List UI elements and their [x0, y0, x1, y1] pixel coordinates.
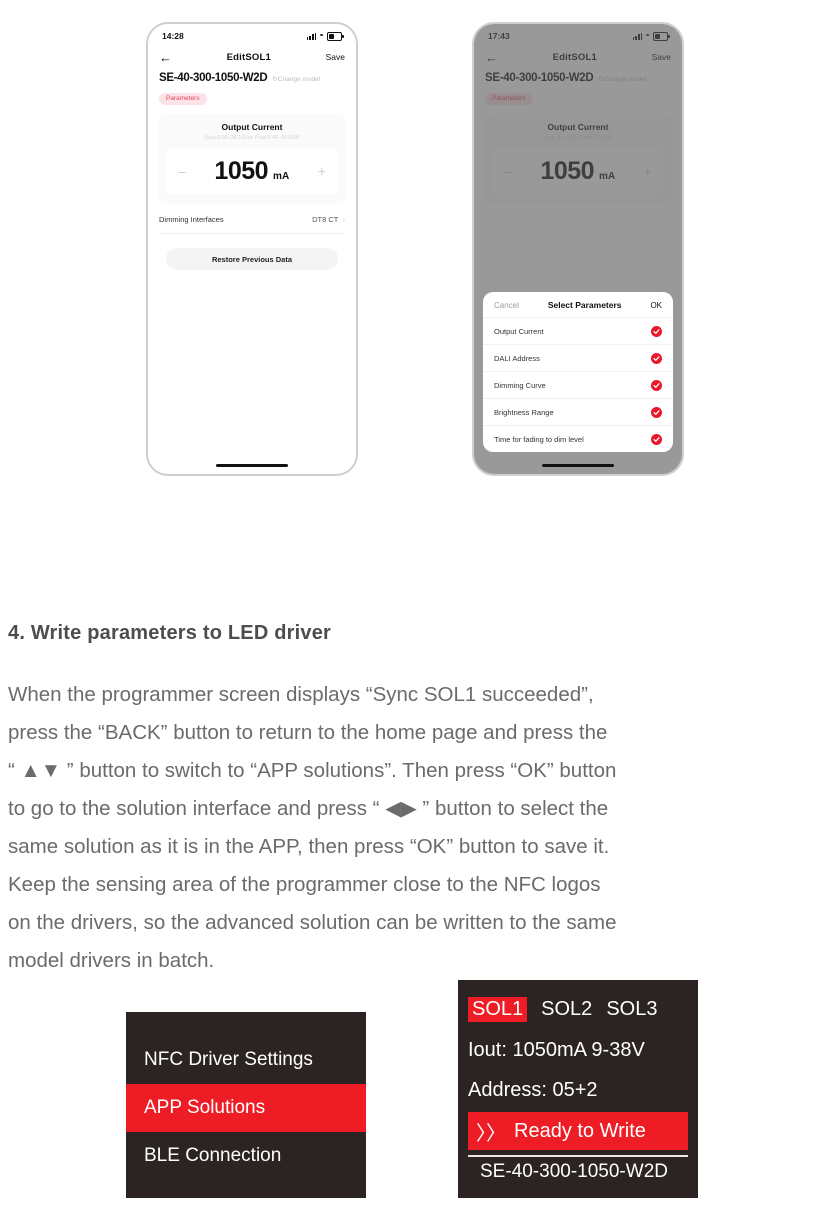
increment-button[interactable]: + [318, 164, 326, 178]
solution-tabs: SOL1 SOL2 SOL3 [458, 988, 698, 1030]
menu-item-nfc-driver-settings[interactable]: NFC Driver Settings [126, 1036, 366, 1084]
signal-bars-icon [306, 32, 317, 40]
check-icon[interactable] [651, 433, 662, 445]
check-icon[interactable] [651, 379, 662, 391]
list-item[interactable]: Time for fading to dim level [483, 425, 673, 452]
home-indicator [216, 463, 288, 467]
dimming-interfaces-label: Dimming Interfaces [159, 215, 224, 224]
current-value-wrap: 1050 mA [214, 157, 289, 186]
paragraph-line: model drivers in batch. [8, 949, 215, 972]
phone-mockup-2: 17:43 ◓ ← EditSOL1 Save SE-40-300-1050-W… [472, 22, 684, 476]
list-item-label: Dimming Curve [494, 380, 546, 390]
status-bar: 14:28 ◓ [148, 24, 356, 46]
paragraph-line: Keep the sensing area of the programmer … [8, 873, 601, 896]
paragraph-line: When the programmer screen displays “Syn… [8, 683, 594, 706]
paragraph-line: same solution as it is in the APP, then … [8, 835, 610, 858]
check-icon[interactable] [651, 325, 662, 337]
menu-item-app-solutions[interactable]: APP Solutions [126, 1084, 366, 1132]
sheet-header: Cancel Select Parameters OK [483, 292, 673, 317]
check-icon[interactable] [651, 352, 662, 364]
programmer-menu-screen: NFC Driver Settings APP Solutions BLE Co… [126, 1012, 366, 1198]
current-stepper: – 1050 mA + [166, 148, 338, 194]
parameters-tab[interactable]: Parameters [159, 92, 207, 105]
nav-bar: ← EditSOL1 Save [148, 46, 356, 68]
solution-tab-sol2[interactable]: SOL2 [541, 998, 592, 1021]
lcd-model-name: SE-40-300-1050-W2D [480, 1161, 668, 1182]
chevron-right-icon: › [342, 215, 345, 224]
check-icon[interactable] [651, 406, 662, 418]
double-chevron-icon: 〉〉 [476, 1122, 506, 1145]
solution-tab-sol1[interactable]: SOL1 [468, 996, 528, 1022]
back-arrow-icon[interactable]: ← [159, 51, 172, 64]
model-row: SE-40-300-1050-W2D ↻Change model [148, 68, 356, 84]
card-title: Output Current [221, 122, 283, 132]
dimming-interfaces-value-wrap: DT8 CT › [312, 215, 345, 224]
programmer-solution-screen: SOL1 SOL2 SOL3 Iout: 1050mA 9-38V Addres… [458, 980, 698, 1198]
list-item[interactable]: Brightness Range [483, 398, 673, 425]
select-parameters-sheet: Cancel Select Parameters OK Output Curre… [483, 292, 673, 452]
status-time: 14:28 [162, 31, 184, 41]
current-unit: mA [273, 170, 290, 182]
home-indicator [542, 463, 614, 467]
cancel-button[interactable]: Cancel [494, 301, 519, 310]
list-item-label: Brightness Range [494, 407, 554, 417]
output-current-card: Output Current Uout:9.00–38.10Vdc Pout:9… [158, 114, 346, 204]
dimming-interfaces-value: DT8 CT [312, 215, 339, 224]
current-value: 1050 [214, 156, 269, 185]
paragraph-line: on the drivers, so the advanced solution… [8, 911, 617, 934]
phone-mockup-1: 14:28 ◓ ← EditSOL1 Save SE-40-300-1050-W… [146, 22, 358, 476]
list-item-label: Output Current [494, 326, 544, 336]
list-item[interactable]: Dimming Curve [483, 371, 673, 398]
battery-icon [327, 31, 344, 41]
body-paragraph: When the programmer screen displays “Syn… [8, 676, 824, 980]
phone-2-screen: 17:43 ◓ ← EditSOL1 Save SE-40-300-1050-W… [474, 24, 682, 474]
section-heading: 4. Write parameters to LED driver [8, 622, 332, 644]
restore-previous-data-button[interactable]: Restore Previous Data [166, 248, 338, 270]
card-subtitle: Uout:9.00–38.10Vdc Pout:9.45–40.00W [204, 135, 300, 141]
iout-line: Iout: 1050mA 9-38V [468, 1038, 645, 1061]
phone-1-screen: 14:28 ◓ ← EditSOL1 Save SE-40-300-1050-W… [148, 24, 356, 474]
list-item[interactable]: DALI Address [483, 344, 673, 371]
menu-item-ble-connection[interactable]: BLE Connection [126, 1132, 366, 1180]
paragraph-line: “ ▲▼ ” button to switch to “APP solution… [8, 759, 617, 782]
ok-button[interactable]: OK [650, 301, 662, 310]
tag-row: Parameters [148, 84, 356, 105]
save-button[interactable]: Save [326, 52, 345, 62]
decrement-button[interactable]: – [178, 164, 186, 178]
list-item[interactable]: Output Current [483, 317, 673, 344]
status-badge: 〉〉 Ready to Write [468, 1112, 688, 1150]
model-name: SE-40-300-1050-W2D [159, 72, 268, 84]
list-item-label: DALI Address [494, 353, 540, 363]
page-title: EditSOL1 [226, 51, 271, 63]
sheet-title: Select Parameters [547, 300, 622, 310]
change-model-button[interactable]: ↻Change model [272, 75, 320, 83]
status-icons: ◓ [306, 31, 344, 41]
list-item-label: Time for fading to dim level [494, 434, 584, 444]
paragraph-line: press the “BACK” button to return to the… [8, 721, 608, 744]
wifi-icon: ◓ [319, 31, 324, 40]
solution-tab-sol3[interactable]: SOL3 [606, 998, 657, 1021]
dimming-interfaces-row[interactable]: Dimming Interfaces DT8 CT › [159, 204, 345, 234]
paragraph-line: to go to the solution interface and pres… [8, 797, 609, 820]
status-label: Ready to Write [514, 1119, 646, 1142]
address-line: Address: 05+2 [468, 1078, 598, 1101]
